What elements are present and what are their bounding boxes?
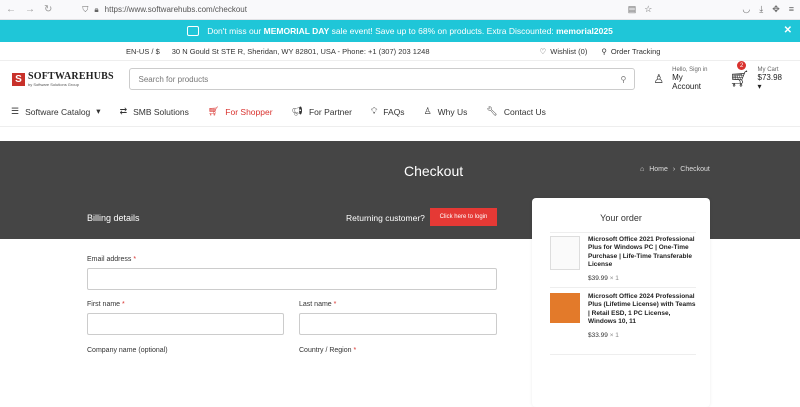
hamburger-icon: ☰: [11, 106, 20, 116]
order-heading: Your order: [600, 213, 642, 223]
divider: [550, 287, 696, 288]
cart-total: $73.98 ▾: [757, 73, 782, 91]
search-icon[interactable]: ⚲: [621, 75, 627, 84]
menu-icon[interactable]: ≡: [789, 4, 794, 15]
heart-icon: ♡: [539, 46, 547, 56]
order-tracking-link[interactable]: ⚲ Order Tracking: [601, 47, 660, 56]
close-icon[interactable]: ✕: [784, 25, 792, 36]
reader-icon[interactable]: ▤: [628, 4, 637, 15]
cart-link[interactable]: 🛒︎ 2 My Cart $73.98 ▾: [729, 61, 788, 91]
last-name-label: Last name *: [299, 301, 337, 308]
product-image: [550, 293, 580, 323]
page-title: Checkout: [404, 163, 464, 179]
main-nav: ☰ Software Catalog ▾ ⇄ SMB Solutions 🛒︎ …: [0, 97, 800, 127]
extensions-icon[interactable]: ✥: [772, 4, 780, 15]
search-input[interactable]: Search for products ⚲: [129, 68, 636, 90]
order-summary: Your order Microsoft Office 2021 Profess…: [532, 198, 710, 407]
last-name-field[interactable]: [299, 313, 497, 335]
person-icon: ♙: [423, 106, 432, 116]
location-pin-icon: ⚲: [601, 46, 607, 56]
chevron-down-icon: ▾: [96, 106, 101, 116]
logo-name: SOFTWAREHUBS: [28, 70, 114, 82]
nav-faqs[interactable]: 💡︎ FAQs: [371, 106, 405, 117]
company-label: Company name (optional): [87, 347, 168, 354]
nav-for-shopper[interactable]: 🛒︎ For Shopper: [208, 106, 273, 117]
logo-mark: S: [12, 72, 25, 86]
url-text[interactable]: https://www.softwarehubs.com/checkout: [105, 5, 247, 14]
breadcrumb-current: Checkout: [680, 166, 710, 173]
lock-icon: 🔒︎: [94, 4, 99, 14]
nav-for-partner[interactable]: 📢︎ For Partner: [292, 106, 352, 117]
promo-text: Don't miss our MEMORIAL DAY sale event! …: [207, 26, 613, 36]
breadcrumb: ⌂ Home › Checkout: [640, 166, 710, 173]
info-bar: EN-US / $ 30 N Gould St STE R, Sheridan,…: [0, 42, 800, 61]
chevron-right-icon: ›: [672, 166, 676, 173]
order-item: Microsoft Office 2024 Professional Plus …: [532, 293, 710, 339]
product-name[interactable]: Microsoft Office 2024 Professional Plus …: [588, 293, 696, 327]
shield-icon: ⛉: [82, 4, 89, 14]
back-icon[interactable]: ←: [6, 4, 16, 15]
email-label: Email address *: [87, 256, 137, 263]
nav-why-us[interactable]: ♙ Why Us: [424, 106, 468, 117]
download-icon[interactable]: ⤓: [759, 4, 763, 15]
nav-software-catalog[interactable]: ☰ Software Catalog ▾: [11, 106, 101, 117]
returning-customer-text: Returning customer?: [346, 213, 425, 223]
account-link[interactable]: ♙ Hello, Sign in My Account: [653, 67, 713, 91]
product-price: $33.99 × 1: [588, 331, 619, 339]
reload-icon[interactable]: ↻: [44, 4, 52, 15]
address-bar[interactable]: ⛉ 🔒︎ https://www.softwarehubs.com/checko…: [82, 5, 627, 15]
nav-contact-us[interactable]: 🔧︎ Contact Us: [486, 106, 545, 117]
logo-subtitle: by Software Solutions Group: [28, 81, 79, 87]
wishlist-link[interactable]: ♡ Wishlist (0): [540, 47, 588, 56]
lightbulb-icon: 💡︎: [370, 106, 378, 116]
home-icon: ⌂: [640, 166, 645, 173]
cart-icon: 🛒︎: [207, 106, 220, 116]
country-label: Country / Region *: [299, 347, 357, 354]
bookmark-star-icon[interactable]: ☆: [644, 4, 652, 15]
login-button[interactable]: Click here to login: [430, 208, 497, 226]
user-icon: ♙: [653, 72, 665, 86]
order-item: Microsoft Office 2021 Professional Plus …: [532, 236, 710, 282]
language-currency-selector[interactable]: EN-US / $: [126, 47, 160, 56]
promo-banner: Don't miss our MEMORIAL DAY sale event! …: [0, 20, 800, 42]
billing-details-heading: Billing details: [87, 213, 140, 223]
store-address: 30 N Gould St STE R, Sheridan, WY 82801,…: [171, 46, 430, 56]
wrench-icon: 🔧︎: [486, 106, 498, 116]
cart-icon: 🛒︎: [729, 71, 750, 88]
product-price: $39.99 × 1: [588, 274, 619, 282]
product-image: [550, 236, 580, 270]
browser-toolbar: ← → ↻ ⛉ 🔒︎ https://www.softwarehubs.com/…: [0, 0, 800, 20]
pocket-icon[interactable]: ◡: [742, 4, 750, 15]
shuffle-icon: ⇄: [119, 106, 128, 116]
site-header: S SOFTWAREHUBS by Software Solutions Gro…: [0, 61, 800, 97]
breadcrumb-home[interactable]: Home: [649, 166, 668, 173]
nav-smb-solutions[interactable]: ⇄ SMB Solutions: [120, 106, 189, 117]
divider: [550, 354, 696, 355]
megaphone-icon: 📢︎: [291, 106, 303, 116]
first-name-field[interactable]: [87, 313, 284, 335]
browser-nav: ← → ↻: [6, 4, 52, 15]
forward-icon[interactable]: →: [25, 4, 35, 15]
email-field[interactable]: [87, 268, 497, 290]
divider: [550, 232, 696, 233]
logo[interactable]: S SOFTWAREHUBS by Software Solutions Gro…: [12, 70, 129, 87]
first-name-label: First name *: [87, 301, 125, 308]
gift-icon: [187, 26, 200, 36]
product-name[interactable]: Microsoft Office 2021 Professional Plus …: [588, 236, 696, 270]
